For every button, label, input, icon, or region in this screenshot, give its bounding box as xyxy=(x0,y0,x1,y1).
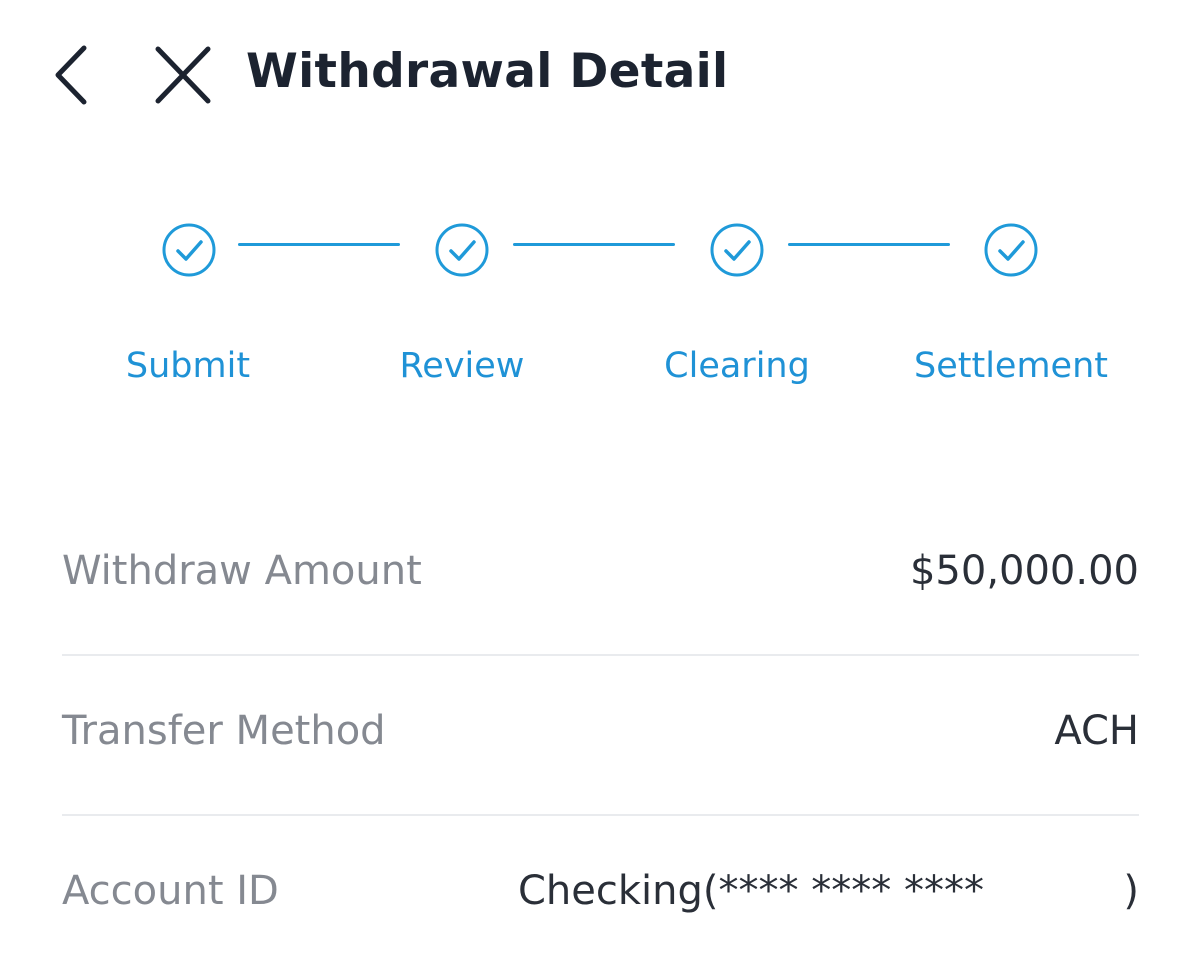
step-connector xyxy=(238,243,400,246)
step-label-review: Review xyxy=(399,346,525,386)
detail-row-amount: Withdraw Amount $50,000.00 xyxy=(62,496,1139,656)
method-label: Transfer Method xyxy=(62,708,386,754)
step-label-submit: Submit xyxy=(125,346,251,386)
chevron-left-icon[interactable] xyxy=(48,40,98,110)
step-connector xyxy=(513,243,675,246)
top-bar: Withdrawal Detail xyxy=(0,0,1200,150)
step-settlement-check-icon xyxy=(984,223,1038,277)
step-clearing-check-icon xyxy=(710,223,764,277)
amount-label: Withdraw Amount xyxy=(62,548,422,594)
step-label-clearing: Clearing xyxy=(664,346,810,386)
detail-row-method: Transfer Method ACH xyxy=(62,656,1139,816)
step-review-check-icon xyxy=(435,223,489,277)
progress-stepper: Submit Review Clearing Settlement xyxy=(0,200,1200,420)
withdrawal-details: Withdraw Amount $50,000.00 Transfer Meth… xyxy=(62,496,1139,974)
step-submit-check-icon xyxy=(162,223,216,277)
step-connector xyxy=(788,243,950,246)
account-value-close-paren: ) xyxy=(1123,868,1139,914)
account-label: Account ID xyxy=(62,868,279,914)
account-value: Checking(**** **** **** xyxy=(518,868,984,914)
step-label-settlement: Settlement xyxy=(914,346,1108,386)
method-value: ACH xyxy=(1054,708,1139,754)
page-title: Withdrawal Detail xyxy=(246,44,729,99)
close-icon[interactable] xyxy=(150,44,216,106)
detail-row-account: Account ID Checking(**** **** **** ) xyxy=(62,816,1139,974)
amount-value: $50,000.00 xyxy=(909,548,1139,594)
